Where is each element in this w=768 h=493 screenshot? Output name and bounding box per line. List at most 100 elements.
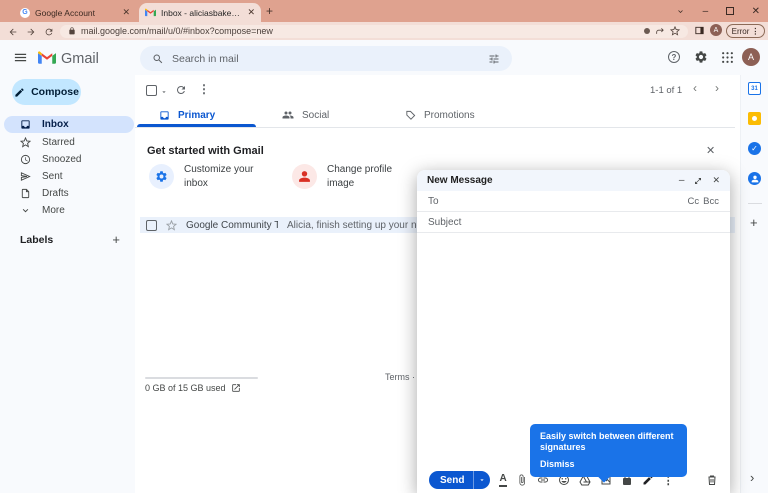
open-in-new-icon[interactable] bbox=[231, 383, 241, 393]
new-tab-button[interactable]: + bbox=[266, 4, 273, 18]
discard-draft-trash-icon[interactable] bbox=[706, 474, 718, 486]
window-close-button[interactable]: ✕ bbox=[752, 6, 760, 17]
email-checkbox[interactable] bbox=[146, 220, 157, 231]
error-button[interactable]: Error ⋮ bbox=[726, 24, 765, 38]
to-field[interactable] bbox=[428, 196, 688, 207]
card-label: Change profile image bbox=[327, 163, 409, 190]
share-icon[interactable] bbox=[655, 26, 665, 36]
send-icon bbox=[20, 171, 31, 182]
help-icon[interactable]: ? bbox=[668, 51, 680, 63]
tab-close-icon[interactable]: ✕ bbox=[247, 8, 255, 17]
sidebar-item-sent[interactable]: Sent bbox=[4, 168, 134, 185]
side-panel-icon[interactable] bbox=[694, 25, 705, 36]
search-options-tune-icon[interactable] bbox=[488, 53, 500, 65]
window-menu-chevron-icon[interactable] bbox=[676, 7, 685, 16]
compose-button[interactable]: Compose bbox=[12, 79, 81, 105]
gmail-logo-text: Gmail bbox=[61, 51, 99, 67]
file-icon bbox=[20, 188, 31, 199]
cc-link[interactable]: Cc bbox=[688, 196, 700, 207]
forward-icon[interactable] bbox=[26, 27, 36, 37]
error-menu-dots-icon: ⋮ bbox=[751, 27, 759, 36]
tab-label: Primary bbox=[178, 110, 215, 121]
compose-window: New Message – ✕ Cc Bcc Easily switch bet… bbox=[417, 170, 730, 493]
subject-row[interactable] bbox=[417, 212, 730, 233]
sidebar-item-starred[interactable]: Starred bbox=[4, 134, 134, 151]
tab-primary[interactable]: Primary bbox=[135, 103, 258, 127]
tooltip-dismiss-link[interactable]: Dismiss bbox=[540, 459, 677, 469]
search-bar[interactable] bbox=[140, 46, 512, 71]
minimize-icon[interactable]: – bbox=[679, 175, 685, 186]
error-label: Error bbox=[732, 27, 750, 36]
send-options-caret[interactable] bbox=[474, 471, 490, 489]
inbox-icon bbox=[20, 119, 31, 130]
browser-tab-inbox[interactable]: Inbox - aliciasbakery4u@gmail.com ✕ bbox=[139, 3, 261, 22]
collapse-panel-chevron[interactable]: › bbox=[750, 470, 754, 485]
older-page-chevron[interactable]: › bbox=[715, 81, 719, 95]
open-in-full-icon[interactable] bbox=[694, 177, 702, 185]
back-icon[interactable] bbox=[8, 27, 18, 37]
subject-field[interactable] bbox=[428, 217, 719, 228]
sidebar-item-drafts[interactable]: Drafts bbox=[4, 185, 134, 202]
tasks-icon[interactable]: ✓ bbox=[748, 142, 761, 155]
storage-progress-bar bbox=[145, 377, 258, 379]
tag-icon bbox=[405, 110, 416, 121]
settings-gear-icon[interactable] bbox=[694, 50, 708, 64]
tab-promotions[interactable]: Promotions bbox=[381, 103, 504, 127]
gmail-logo-icon bbox=[38, 51, 56, 65]
get-started-close-icon[interactable]: ✕ bbox=[706, 144, 715, 157]
close-icon[interactable]: ✕ bbox=[712, 175, 720, 186]
bcc-link[interactable]: Bcc bbox=[703, 196, 719, 207]
page-status-dot-icon[interactable] bbox=[644, 28, 650, 34]
refresh-icon[interactable] bbox=[175, 84, 187, 96]
card-customize-inbox[interactable]: Customize your inbox bbox=[149, 163, 266, 190]
tab-label: Promotions bbox=[424, 110, 475, 121]
window-maximize-button[interactable] bbox=[726, 7, 734, 15]
select-dropdown-caret-icon[interactable] bbox=[160, 88, 168, 96]
formatting-options-icon[interactable]: A bbox=[499, 474, 506, 487]
window-minimize-button[interactable]: – bbox=[703, 6, 709, 17]
browser-profile-avatar[interactable]: A bbox=[710, 24, 722, 36]
tab-title: Google Account bbox=[35, 8, 117, 18]
main-menu-hamburger-icon[interactable] bbox=[13, 50, 28, 65]
storage-label: 0 GB of 15 GB used bbox=[145, 383, 226, 393]
star-icon[interactable] bbox=[166, 220, 177, 231]
browser-tab-google-account[interactable]: G Google Account ✕ bbox=[14, 3, 136, 22]
create-label-plus-button[interactable]: + bbox=[112, 232, 120, 247]
get-addons-plus-button[interactable]: + bbox=[750, 215, 758, 230]
sidebar-item-more[interactable]: More bbox=[4, 202, 134, 219]
send-button[interactable]: Send bbox=[429, 471, 474, 489]
calendar-icon[interactable]: 31 bbox=[748, 82, 761, 95]
profile-person-icon bbox=[292, 164, 317, 189]
google-favicon-icon: G bbox=[20, 8, 30, 18]
attach-file-icon[interactable] bbox=[516, 474, 528, 486]
card-change-profile-image[interactable]: Change profile image bbox=[292, 163, 409, 190]
account-avatar[interactable]: A bbox=[742, 48, 760, 66]
select-all-checkbox[interactable] bbox=[146, 85, 157, 96]
tab-social[interactable]: Social bbox=[258, 103, 381, 127]
divider bbox=[748, 203, 762, 204]
google-apps-grid-icon[interactable] bbox=[721, 51, 734, 64]
chevron-down-icon bbox=[20, 205, 31, 216]
sidebar-item-snoozed[interactable]: Snoozed bbox=[4, 151, 134, 168]
keep-icon[interactable] bbox=[748, 112, 761, 125]
newer-page-chevron[interactable]: ‹ bbox=[693, 81, 697, 95]
compose-title: New Message bbox=[427, 175, 679, 186]
search-input[interactable] bbox=[172, 53, 480, 65]
sidebar-item-label: Starred bbox=[42, 137, 75, 148]
tooltip-text: Easily switch between different signatur… bbox=[540, 431, 677, 453]
url-bar[interactable]: mail.google.com/mail/u/0/#inbox?compose=… bbox=[60, 25, 688, 38]
reload-icon[interactable] bbox=[44, 27, 54, 37]
url-text: mail.google.com/mail/u/0/#inbox?compose=… bbox=[81, 26, 639, 36]
sidebar-item-inbox[interactable]: Inbox bbox=[4, 116, 134, 133]
site-lock-icon[interactable] bbox=[68, 27, 76, 35]
clock-icon bbox=[20, 154, 31, 165]
search-icon[interactable] bbox=[152, 53, 164, 65]
tab-close-icon[interactable]: ✕ bbox=[122, 8, 130, 17]
caret-down-icon bbox=[478, 476, 486, 484]
bookmark-star-icon[interactable] bbox=[670, 26, 680, 36]
recipients-row[interactable]: Cc Bcc bbox=[417, 191, 730, 212]
send-split-button[interactable]: Send bbox=[429, 471, 490, 489]
compose-header[interactable]: New Message – ✕ bbox=[417, 170, 730, 191]
contacts-icon[interactable] bbox=[748, 172, 761, 185]
more-options-icon[interactable]: ⋮ bbox=[198, 82, 210, 96]
